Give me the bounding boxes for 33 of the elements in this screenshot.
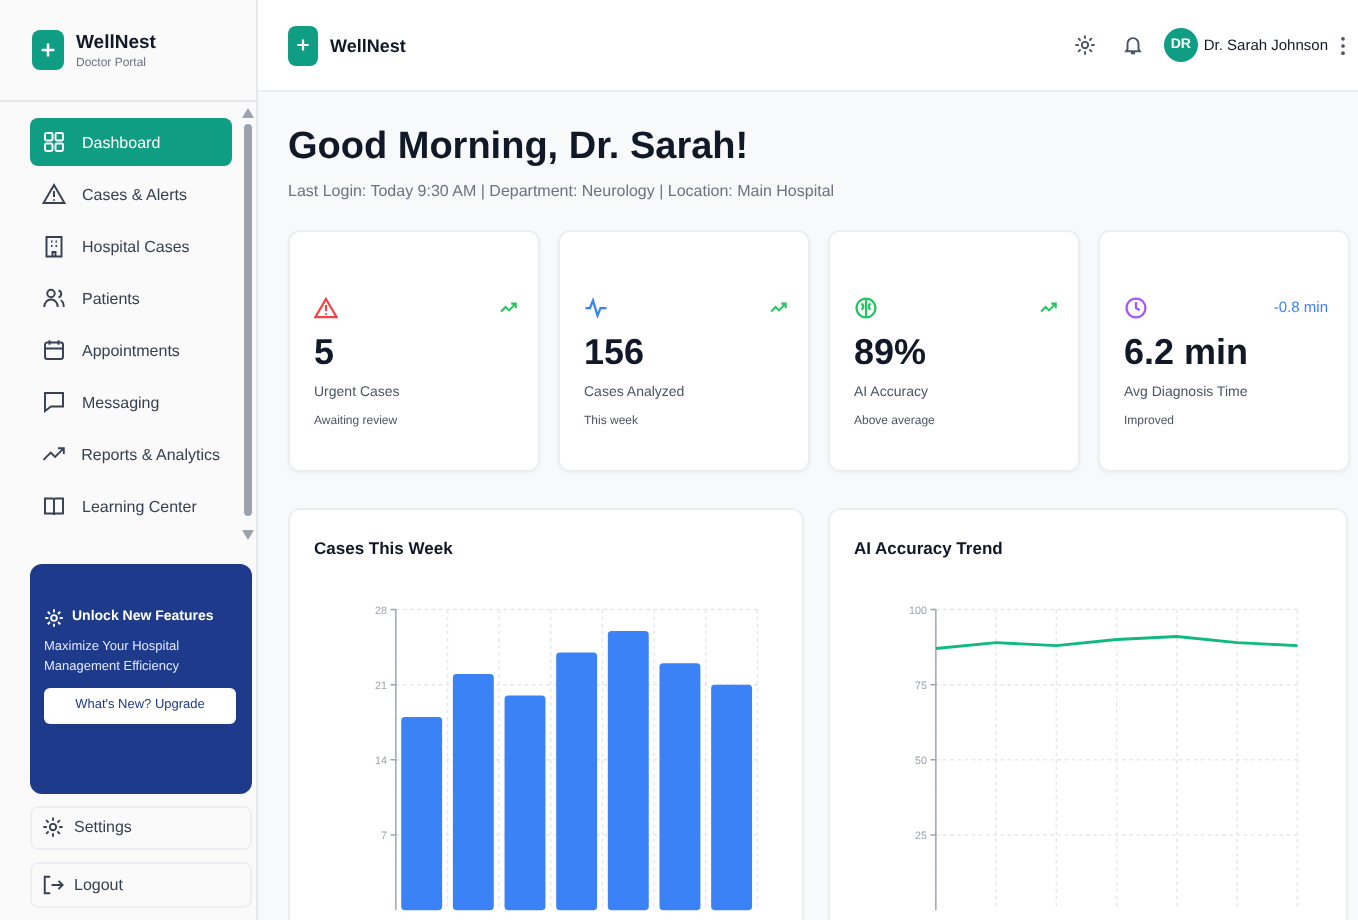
brand-name: WellNest bbox=[330, 35, 406, 55]
nav-item[interactable]: Appointments bbox=[30, 326, 232, 375]
logo-icon bbox=[32, 30, 64, 71]
stat-value: 156 bbox=[584, 330, 645, 374]
building-icon bbox=[42, 234, 66, 259]
more-icon[interactable] bbox=[1340, 35, 1346, 55]
chart-title: Cases This Week bbox=[314, 538, 453, 558]
stat-value: 6.2 min bbox=[1124, 330, 1249, 374]
settings-icon bbox=[42, 816, 64, 839]
chart-title: AI Accuracy Trend bbox=[854, 538, 1003, 558]
chat-icon bbox=[42, 390, 66, 415]
sidebar-footer-item[interactable]: Logout bbox=[30, 862, 252, 909]
logout-icon bbox=[42, 874, 64, 897]
nav-item[interactable]: Hospital Cases bbox=[30, 222, 232, 271]
stat-value: 5 bbox=[314, 330, 335, 374]
brand-name: WellNest bbox=[76, 31, 156, 54]
nav-item[interactable]: Messaging bbox=[30, 378, 232, 427]
grid-icon bbox=[42, 130, 66, 155]
logo-icon bbox=[288, 25, 318, 65]
book-icon bbox=[42, 494, 66, 519]
users-icon bbox=[42, 286, 66, 311]
stat-value: 89% bbox=[854, 330, 927, 374]
nav-item[interactable]: Learning Center bbox=[30, 482, 232, 531]
login-info: Last Login: Today 9:30 AM | Department: Neurology | Location: Main Hospital bbox=[288, 182, 837, 200]
nav-item[interactable]: Reports & Analytics bbox=[30, 430, 232, 479]
calendar-icon bbox=[42, 338, 66, 363]
settings-icon[interactable] bbox=[1073, 34, 1096, 56]
bell-icon[interactable] bbox=[1121, 34, 1144, 56]
nav-item[interactable]: Patients bbox=[30, 274, 232, 323]
greeting: Good Morning, Dr. Sarah! bbox=[288, 124, 751, 172]
nav-item[interactable]: Cases & Alerts bbox=[30, 170, 232, 219]
warning-icon bbox=[42, 182, 66, 207]
sidebar-footer-item[interactable]: Settings bbox=[30, 805, 252, 851]
